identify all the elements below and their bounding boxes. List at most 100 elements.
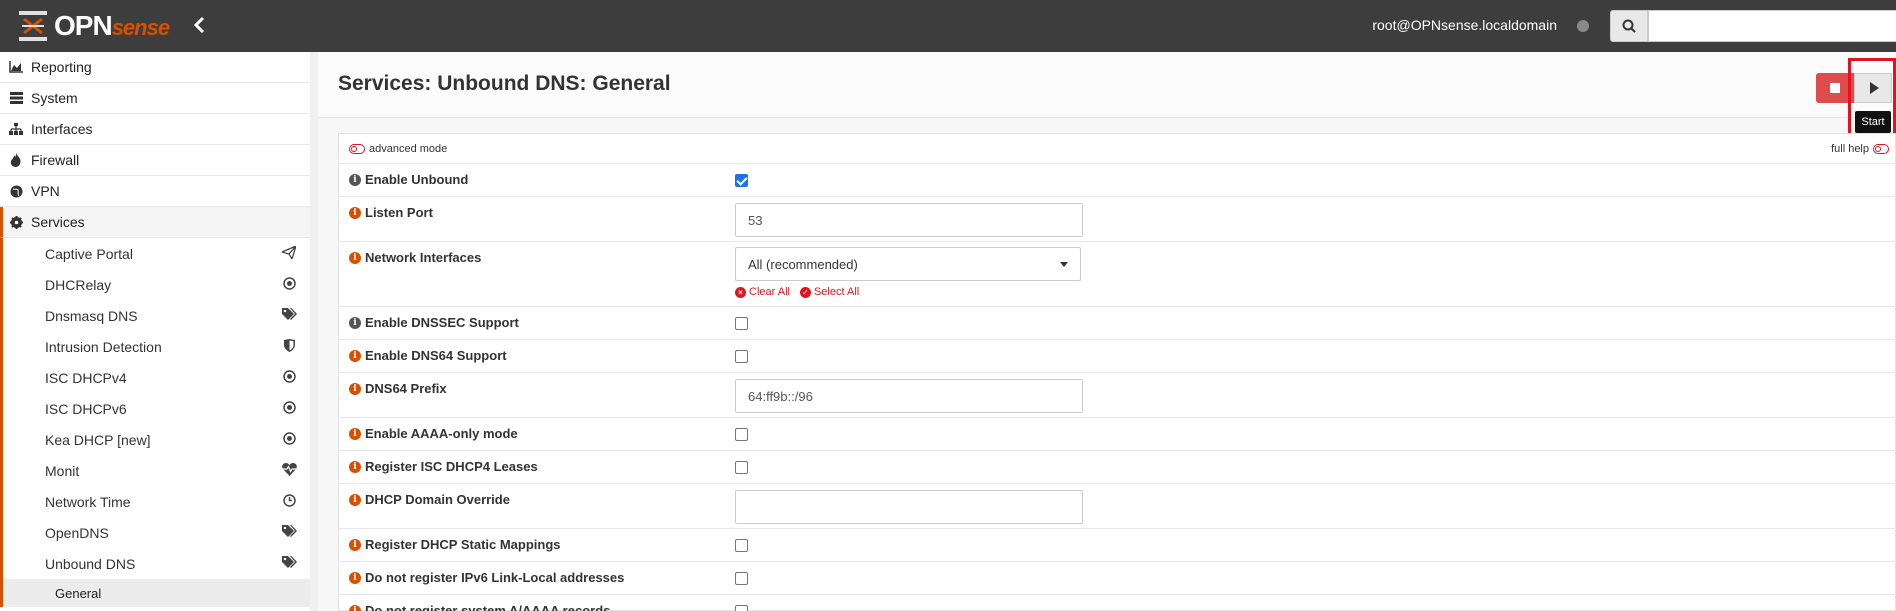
sitemap-icon bbox=[7, 123, 25, 135]
bullseye-icon bbox=[280, 431, 298, 448]
sidebar-item-interfaces[interactable]: Interfaces bbox=[0, 114, 310, 145]
info-icon[interactable]: i bbox=[349, 316, 361, 329]
sidebar-item-dhcrelay[interactable]: DHCRelay bbox=[0, 269, 310, 300]
info-icon[interactable]: i bbox=[349, 251, 361, 264]
paper-plane-icon bbox=[280, 244, 298, 262]
enable-dnssec-checkbox[interactable] bbox=[735, 317, 748, 330]
no-ipv6-linklocal-checkbox[interactable] bbox=[735, 572, 748, 585]
info-icon[interactable]: i bbox=[349, 538, 361, 551]
row-enable-dnssec: i Enable DNSSEC Support bbox=[339, 307, 1896, 340]
opnsense-logo[interactable]: OPNsense bbox=[16, 10, 170, 42]
sidebar-item-isc-dhcpv4[interactable]: ISC DHCPv4 bbox=[0, 362, 310, 393]
sidebar-item-system[interactable]: System bbox=[0, 83, 310, 114]
field-label: Enable Unbound bbox=[365, 172, 469, 187]
row-enable-unbound: i Enable Unbound bbox=[339, 164, 1896, 197]
info-icon[interactable]: i bbox=[349, 349, 361, 362]
row-enable-dns64: i Enable DNS64 Support bbox=[339, 340, 1896, 373]
sidebar-item-label: Monit bbox=[45, 462, 80, 479]
dns64-prefix-input[interactable]: 64:ff9b::/96 bbox=[735, 379, 1083, 413]
info-icon[interactable]: i bbox=[349, 173, 361, 186]
info-icon[interactable]: i bbox=[349, 460, 361, 473]
sidebar-collapse-icon[interactable] bbox=[193, 16, 209, 36]
sidebar-item-opendns[interactable]: OpenDNS bbox=[0, 517, 310, 548]
sidebar-scrollbar[interactable] bbox=[310, 52, 318, 611]
globe-icon bbox=[7, 185, 25, 198]
sidebar: Reporting System Interfaces Firewall VPN… bbox=[0, 52, 318, 611]
search-button[interactable] bbox=[1610, 10, 1648, 42]
clear-all-label: Clear All bbox=[749, 286, 790, 298]
page-title: Services: Unbound DNS: General bbox=[338, 72, 671, 95]
info-icon[interactable]: i bbox=[349, 427, 361, 440]
sidebar-item-label: ISC DHCPv4 bbox=[45, 369, 127, 386]
sidebar-item-services[interactable]: Services bbox=[0, 207, 310, 238]
top-navbar: OPNsense root@OPNsense.localdomain bbox=[0, 0, 1896, 52]
sidebar-item-unbound-general[interactable]: General bbox=[0, 579, 310, 607]
row-listen-port: i Listen Port 53 bbox=[339, 197, 1896, 242]
sidebar-item-vpn[interactable]: VPN bbox=[0, 176, 310, 207]
settings-panel: advanced mode full help i Enable Unbound … bbox=[338, 133, 1896, 611]
field-label: Register DHCP Static Mappings bbox=[365, 537, 561, 552]
sidebar-item-firewall[interactable]: Firewall bbox=[0, 145, 310, 176]
page-header: Services: Unbound DNS: General bbox=[318, 52, 1896, 118]
info-icon[interactable]: i bbox=[349, 571, 361, 584]
sidebar-item-intrusion-detection[interactable]: Intrusion Detection bbox=[0, 331, 310, 362]
advanced-mode-toggle[interactable]: advanced mode bbox=[349, 143, 447, 155]
times-circle-icon: × bbox=[735, 286, 746, 298]
enable-unbound-checkbox[interactable] bbox=[735, 174, 748, 187]
sidebar-item-reporting[interactable]: Reporting bbox=[0, 52, 310, 83]
listen-port-input[interactable]: 53 bbox=[735, 203, 1083, 237]
sidebar-item-monit[interactable]: Monit bbox=[0, 455, 310, 486]
tags-icon bbox=[280, 555, 298, 572]
sidebar-item-label: Services bbox=[31, 214, 85, 230]
sidebar-item-label: System bbox=[31, 90, 78, 106]
status-indicator-icon[interactable] bbox=[1577, 20, 1589, 32]
field-label: Enable DNS64 Support bbox=[365, 348, 507, 363]
row-network-interfaces: i Network Interfaces All (recommended) × C… bbox=[339, 242, 1896, 307]
advanced-mode-label: advanced mode bbox=[369, 143, 448, 155]
sidebar-item-label: Network Time bbox=[45, 493, 131, 510]
row-dns64-prefix: i DNS64 Prefix 64:ff9b::/96 bbox=[339, 373, 1896, 418]
sidebar-item-dnsmasq-dns[interactable]: Dnsmasq DNS bbox=[0, 300, 310, 331]
info-icon[interactable]: i bbox=[349, 493, 361, 506]
field-label: Listen Port bbox=[365, 205, 433, 220]
server-icon bbox=[7, 92, 25, 104]
aaaa-only-checkbox[interactable] bbox=[735, 428, 748, 441]
field-label: DNS64 Prefix bbox=[365, 381, 447, 396]
sidebar-item-network-time[interactable]: Network Time bbox=[0, 486, 310, 517]
sidebar-item-label: OpenDNS bbox=[45, 524, 109, 541]
mode-row: advanced mode full help bbox=[339, 134, 1896, 164]
row-dhcp-domain-override: i DHCP Domain Override bbox=[339, 484, 1896, 529]
sidebar-item-label: ISC DHCPv6 bbox=[45, 400, 127, 417]
no-system-records-checkbox[interactable] bbox=[735, 605, 748, 611]
sidebar-item-label: Dnsmasq DNS bbox=[45, 307, 138, 324]
info-icon[interactable]: i bbox=[349, 604, 361, 611]
sidebar-item-isc-dhcpv6[interactable]: ISC DHCPv6 bbox=[0, 393, 310, 424]
user-account-link[interactable]: root@OPNsense.localdomain bbox=[1372, 17, 1557, 33]
info-icon[interactable]: i bbox=[349, 382, 361, 395]
sidebar-item-kea-dhcp[interactable]: Kea DHCP [new] bbox=[0, 424, 310, 455]
toggle-off-icon bbox=[349, 144, 365, 154]
info-icon[interactable]: i bbox=[349, 206, 361, 219]
bullseye-icon bbox=[280, 400, 298, 417]
search-input[interactable] bbox=[1648, 10, 1896, 42]
sidebar-item-label: Reporting bbox=[31, 59, 92, 75]
tags-icon bbox=[280, 307, 298, 324]
full-help-toggle[interactable]: full help bbox=[1831, 143, 1889, 155]
bullseye-icon bbox=[280, 369, 298, 386]
dhcp-domain-override-input[interactable] bbox=[735, 490, 1083, 524]
field-label: Enable AAAA-only mode bbox=[365, 426, 518, 441]
enable-dns64-checkbox[interactable] bbox=[735, 350, 748, 363]
stop-icon bbox=[1830, 83, 1840, 93]
bullseye-icon bbox=[280, 276, 298, 293]
register-static-checkbox[interactable] bbox=[735, 539, 748, 552]
network-interfaces-select[interactable]: All (recommended) bbox=[735, 247, 1081, 281]
register-dhcp4-checkbox[interactable] bbox=[735, 461, 748, 474]
area-chart-icon bbox=[7, 61, 25, 73]
row-register-dhcp4: i Register ISC DHCP4 Leases bbox=[339, 451, 1896, 484]
sidebar-item-unbound-dns[interactable]: Unbound DNS bbox=[0, 548, 310, 579]
select-all-link[interactable]: ✓ Select All bbox=[799, 286, 859, 298]
clear-all-link[interactable]: × Clear All bbox=[735, 286, 790, 298]
sidebar-item-captive-portal[interactable]: Captive Portal bbox=[0, 238, 310, 269]
sidebar-item-label: General bbox=[55, 585, 102, 601]
sidebar-item-label: Intrusion Detection bbox=[45, 338, 162, 355]
